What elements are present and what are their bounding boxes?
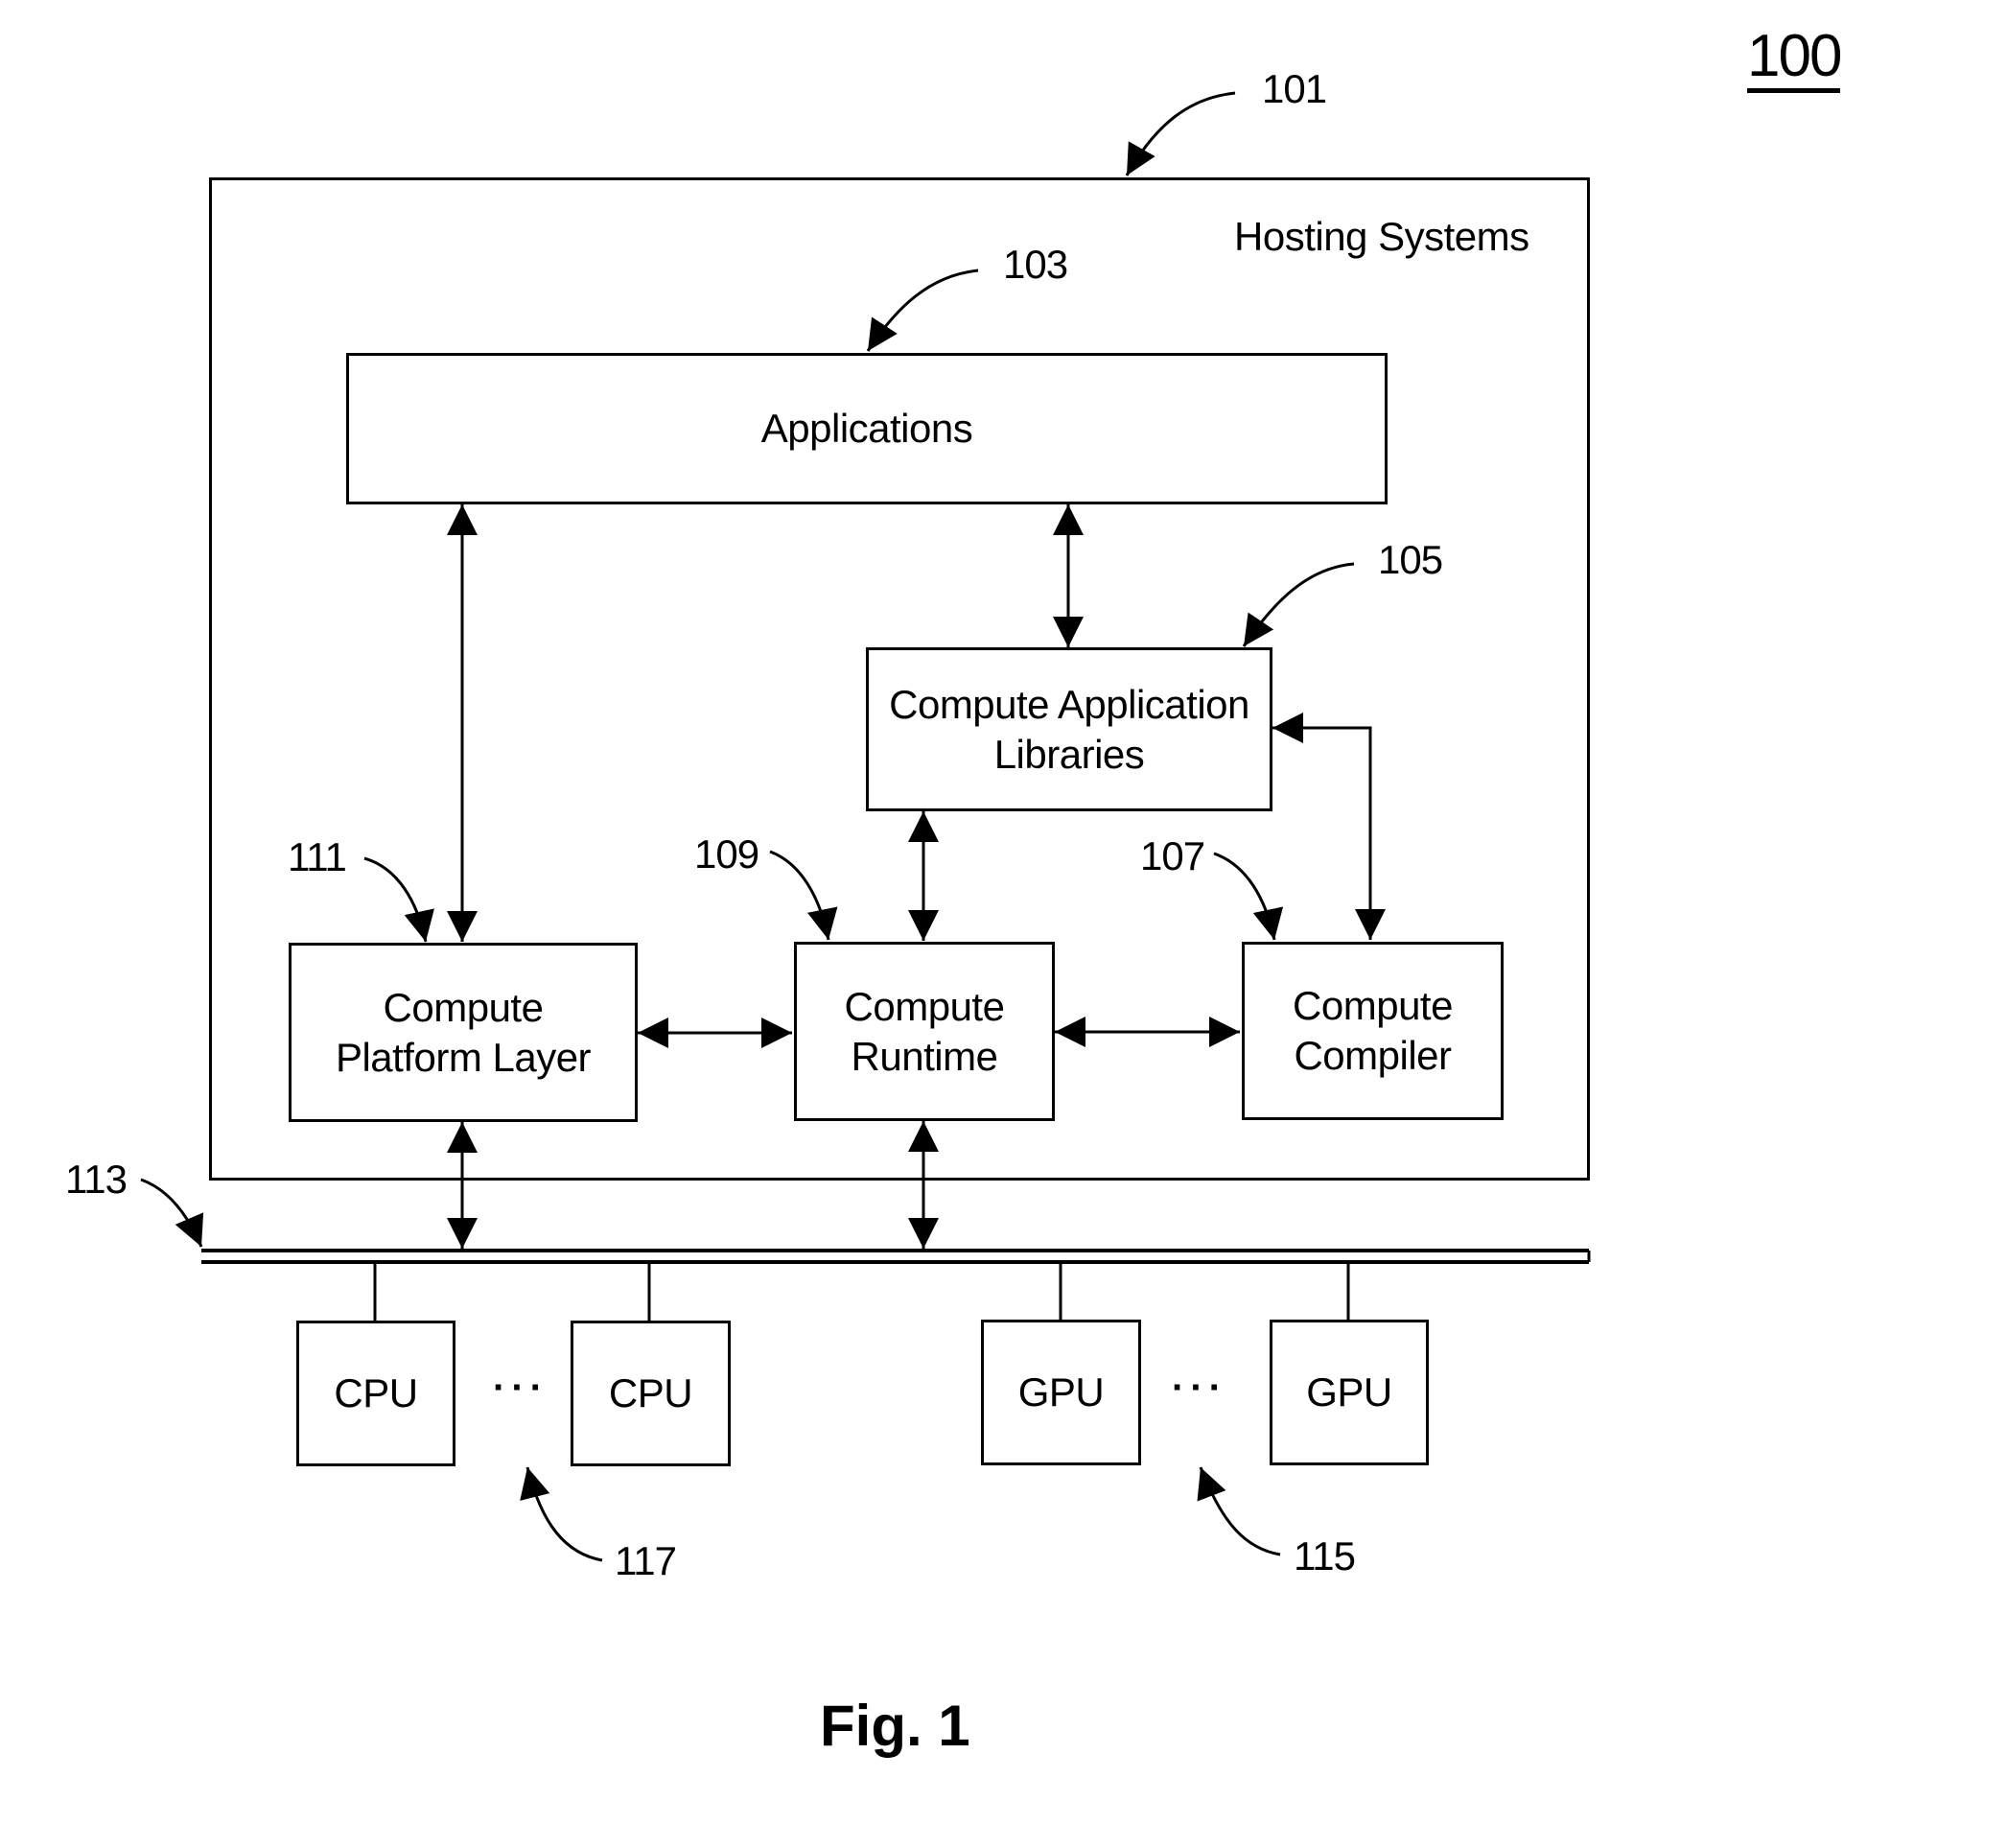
gpu-block: GPU [1270,1320,1429,1465]
compute-runtime-block: Compute Runtime [794,942,1055,1121]
gpu-label: GPU [1017,1369,1105,1415]
gpu-ellipsis: ··· [1172,1367,1227,1409]
figure-number: 100 [1747,27,1842,93]
applications-label: Applications [760,406,973,451]
applications-block: Applications [346,353,1388,504]
gpu-block: GPU [981,1320,1141,1465]
leader-101 [1125,91,1236,176]
interconnect-bus [201,1249,1591,1264]
ref-label-117: 117 [615,1538,677,1583]
compute-platform-layer-block: Compute Platform Layer [289,943,638,1122]
cpu-ellipsis: ··· [493,1367,548,1409]
ref-label-105: 105 [1378,537,1443,582]
ref-label-107: 107 [1140,833,1205,878]
leader-117 [520,1466,603,1562]
compute-compiler-block: Compute Compiler [1242,942,1504,1120]
compute-platform-layer-label: Compute Platform Layer [335,984,592,1080]
cpu-block: CPU [296,1321,455,1466]
ref-label-115: 115 [1294,1533,1356,1579]
ref-label-113: 113 [65,1157,128,1202]
leader-113 [140,1178,204,1248]
leader-115 [1197,1466,1281,1556]
compute-compiler-label: Compute Compiler [1293,983,1453,1078]
compute-application-libraries-label: Compute Application Libraries [889,681,1249,777]
ref-label-109: 109 [694,831,759,877]
ref-label-101: 101 [1262,66,1327,111]
ref-label-111: 111 [288,834,347,879]
ref-label-103: 103 [1003,242,1068,287]
compute-application-libraries-block: Compute Application Libraries [866,647,1272,811]
cpu-block: CPU [571,1321,731,1466]
gpu-label: GPU [1306,1369,1392,1415]
hosting-systems-title: Hosting Systems [1234,214,1529,259]
cpu-label: CPU [608,1370,693,1415]
compute-runtime-label: Compute Runtime [844,983,1005,1079]
figure-caption: Fig. 1 [820,1694,970,1758]
cpu-label: CPU [334,1370,418,1415]
